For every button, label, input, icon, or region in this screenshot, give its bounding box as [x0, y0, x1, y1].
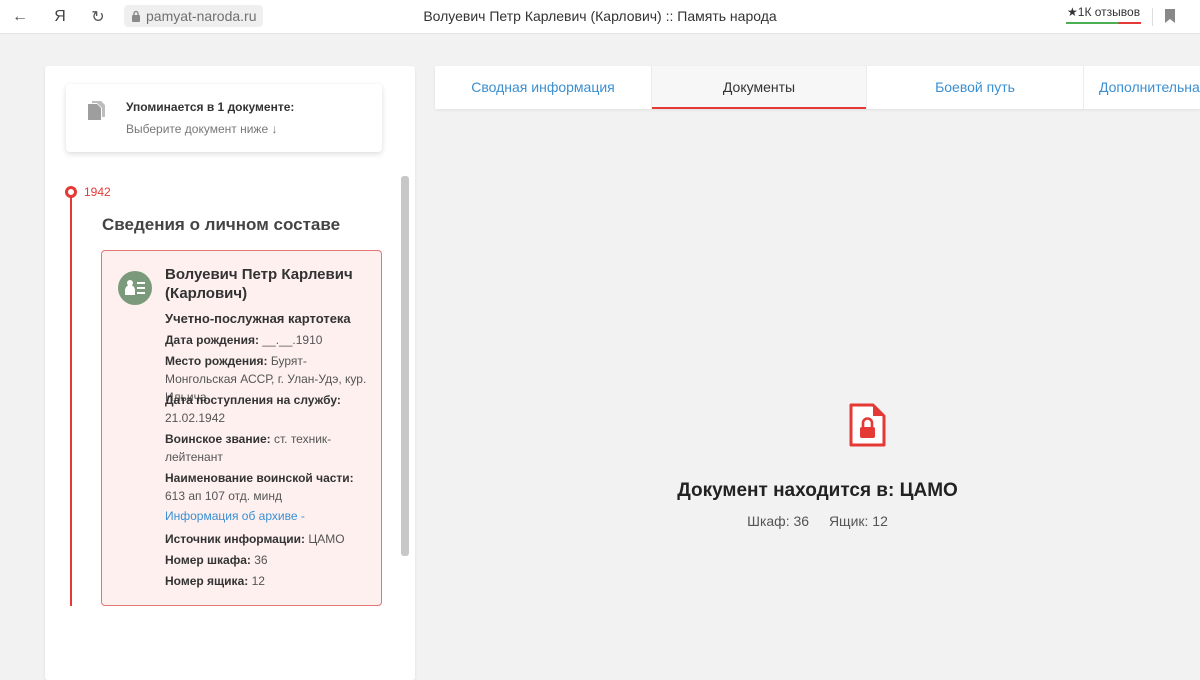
address-bar[interactable]: pamyat-naroda.ru [124, 5, 263, 27]
timeline-year: 1942 [84, 185, 111, 199]
bookmark-icon[interactable] [1164, 8, 1176, 24]
person-card-icon [118, 271, 152, 305]
browser-toolbar: ← Я ↻ pamyat-naroda.ru Волуевич Петр Кар… [0, 0, 1200, 34]
box-field: Номер ящика: 12 [165, 574, 265, 588]
mention-summary-card: Упоминается в 1 документе: Выберите доку… [66, 84, 382, 152]
unit-field: Наименование воинской части: 613 ап 107 … [165, 471, 354, 503]
document-storage-details: Шкаф: 36 Ящик: 12 [435, 513, 1200, 529]
documents-icon [88, 101, 105, 120]
reviews-button[interactable]: ★1К отзывов [1064, 3, 1143, 25]
personnel-record-card[interactable]: Волуевич Петр Карлевич (Карлович) Учетно… [101, 250, 382, 606]
archive-info-link[interactable]: Информация об архиве - [165, 509, 305, 523]
url-text: pamyat-naroda.ru [146, 8, 257, 24]
document-location-title: Документ находится в: ЦАМО [677, 480, 958, 501]
birth-date-field: Дата рождения: __.__.1910 [165, 333, 323, 347]
source-field: Источник информации: ЦАМО [165, 532, 345, 546]
back-arrow-icon[interactable]: ← [10, 7, 30, 27]
lock-icon [132, 10, 140, 22]
reviews-label: 1К отзывов [1077, 5, 1141, 19]
cabinet-field: Номер шкафа: 36 [165, 553, 268, 567]
star-icon: ★ [1067, 5, 1078, 19]
cabinet-number: Шкаф: 36 [747, 513, 810, 529]
timeline-dot [65, 186, 77, 198]
toolbar-divider [1152, 8, 1153, 26]
section-title: Сведения о личном составе [102, 215, 341, 234]
yandex-logo-icon[interactable]: Я [50, 7, 70, 27]
mention-title: Упоминается в 1 документе: [126, 100, 295, 114]
service-start-field: Дата поступления на службу: 21.02.1942 [165, 393, 341, 425]
reload-icon[interactable]: ↻ [88, 7, 108, 27]
record-tabs: Сводная информация Документы Боевой путь… [435, 66, 1200, 109]
tab-additional[interactable]: Дополнительная [1084, 66, 1200, 109]
tab-battle-path[interactable]: Боевой путь [867, 66, 1083, 109]
record-type: Учетно-послужная картотека [165, 311, 351, 326]
sidebar-scrollbar[interactable] [401, 176, 409, 556]
rank-field: Воинское звание: ст. техник-лейтенант [165, 432, 332, 464]
timeline-line [70, 193, 72, 606]
tab-documents[interactable]: Документы [652, 66, 866, 109]
box-number: Ящик: 12 [828, 513, 888, 529]
mention-subtitle: Выберите документ ниже ↓ [126, 122, 278, 136]
tab-summary[interactable]: Сводная информация [435, 66, 651, 109]
person-name[interactable]: Волуевич Петр Карлевич (Карлович) [165, 265, 375, 303]
rating-bar [1066, 22, 1142, 24]
locked-document-icon [849, 403, 886, 447]
